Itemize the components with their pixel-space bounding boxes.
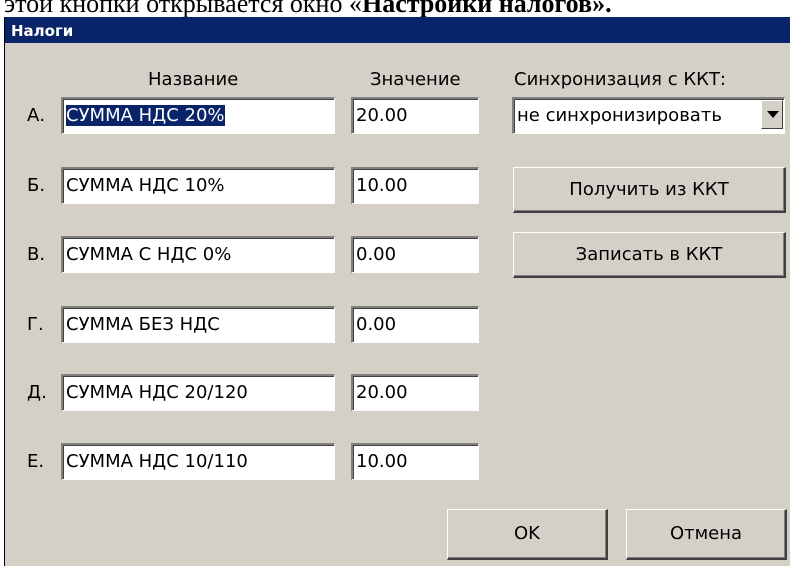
row-letter-d: Д. (27, 382, 47, 403)
row-letter-a: А. (27, 105, 46, 126)
sync-mode-text: не синхронизировать (517, 105, 722, 126)
tax-name-field-b[interactable]: СУММА НДС 10% (61, 167, 335, 204)
tax-value-field-b[interactable]: 10.00 (351, 167, 479, 204)
tax-name-field-a[interactable]: СУММА НДС 20% (61, 97, 335, 134)
tax-value-field-a[interactable]: 20.00 (351, 97, 479, 134)
tax-value-text: 0.00 (356, 244, 397, 265)
document-caption: этой кнопки открывается окно «Настройки … (0, 0, 790, 17)
tax-name-text: СУММА НДС 10% (66, 175, 225, 196)
header-sync: Синхронизация с ККТ: (514, 69, 726, 90)
window-title: Налоги (11, 22, 74, 40)
tax-value-text: 10.00 (356, 175, 408, 196)
tax-name-field-v[interactable]: СУММА С НДС 0% (61, 236, 335, 273)
tax-value-text: 20.00 (356, 105, 408, 126)
tax-value-field-v[interactable]: 0.00 (351, 236, 479, 273)
caption-bold: Настройки налогов (361, 0, 593, 17)
tax-value-field-d[interactable]: 20.00 (351, 374, 479, 411)
dropdown-button[interactable] (761, 100, 783, 129)
tax-value-field-g[interactable]: 0.00 (351, 306, 479, 343)
tax-value-text: 20.00 (356, 382, 408, 403)
tax-name-field-g[interactable]: СУММА БЕЗ НДС (61, 306, 335, 343)
tax-value-text: 10.00 (356, 451, 408, 472)
tax-name-text: СУММА НДС 20% (66, 105, 225, 126)
tax-name-text: СУММА БЕЗ НДС (66, 314, 220, 335)
document-caption-text: этой кнопки открывается окно «Настройки … (4, 0, 612, 17)
get-from-kkt-button[interactable]: Получить из ККТ (513, 167, 786, 213)
tax-name-field-e[interactable]: СУММА НДС 10/110 (61, 443, 335, 480)
row-letter-b: Б. (27, 175, 46, 196)
header-value: Значение (370, 69, 461, 90)
cancel-button[interactable]: Отмена (626, 509, 787, 560)
taxes-dialog: Налоги Название Значение Синхронизация с… (4, 17, 790, 566)
tax-name-field-d[interactable]: СУММА НДС 20/120 (61, 374, 335, 411)
chevron-down-icon (767, 111, 779, 118)
tax-name-text: СУММА НДС 10/110 (66, 451, 248, 472)
caption-end: ». (592, 0, 612, 17)
tax-name-text: СУММА НДС 20/120 (66, 382, 248, 403)
sync-mode-value[interactable]: не синхронизировать (512, 97, 785, 134)
header-name: Название (148, 69, 239, 90)
write-to-kkt-button[interactable]: Записать в ККТ (513, 232, 786, 278)
ok-button[interactable]: OK (447, 509, 608, 560)
tax-value-text: 0.00 (356, 314, 397, 335)
tax-value-field-e[interactable]: 10.00 (351, 443, 479, 480)
tax-name-text: СУММА С НДС 0% (66, 244, 232, 265)
row-letter-g: Г. (27, 314, 44, 335)
caption-plain: этой кнопки открывается окно « (4, 0, 362, 17)
sync-mode-select[interactable]: не синхронизировать (512, 97, 785, 134)
row-letter-v: В. (27, 244, 46, 265)
title-bar[interactable]: Налоги (5, 17, 790, 43)
row-letter-e: Е. (27, 451, 45, 472)
